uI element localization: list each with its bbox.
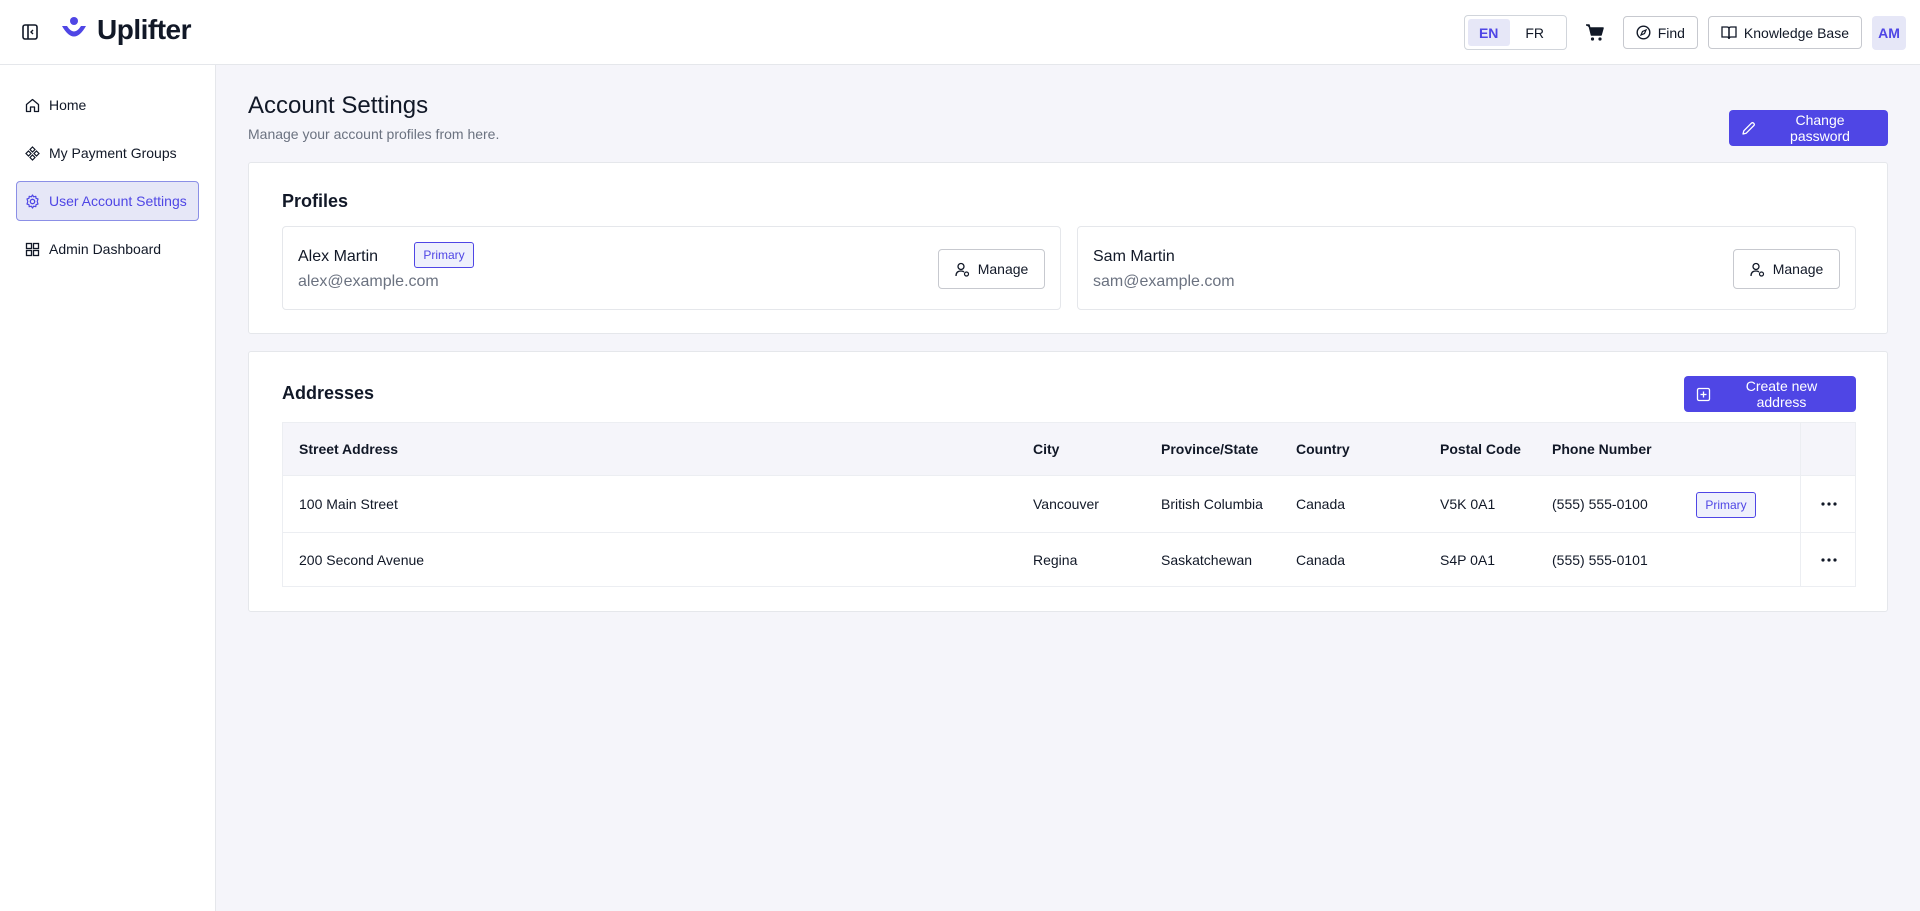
city-cell: Vancouver: [1033, 496, 1099, 512]
column-header-country: Country: [1296, 441, 1350, 457]
postal-cell: S4P 0A1: [1440, 551, 1496, 568]
brand-logo[interactable]: Uplifter: [59, 14, 192, 46]
column-header-actions: [1800, 423, 1857, 475]
create-address-label: Create new address: [1745, 378, 1818, 410]
sidebar-item-label: User Account Settings: [49, 193, 187, 209]
cart-button[interactable]: [1577, 15, 1613, 50]
page-subtitle: Manage your account profiles from here.: [248, 126, 500, 142]
phone-cell: (555) 555-0101: [1552, 551, 1648, 568]
addresses-card: Addresses Create new address Street Addr…: [248, 351, 1888, 612]
more-horizontal-icon: [1821, 557, 1837, 562]
sidebar-item-label: My Payment Groups: [49, 145, 177, 161]
payment-groups-icon: [25, 145, 40, 161]
find-label: Find: [1657, 24, 1685, 41]
language-switcher: EN FR: [1463, 15, 1567, 50]
primary-badge: Primary: [1696, 492, 1756, 518]
table-header-row: Street Address City Province/State Count…: [283, 423, 1855, 476]
sidebar: Home My Payment Groups User Account Sett…: [0, 65, 216, 911]
addresses-table: Street Address City Province/State Count…: [282, 422, 1856, 587]
sidebar-item-home[interactable]: Home: [16, 85, 199, 125]
phone-cell: (555) 555-0100: [1552, 496, 1648, 512]
street-cell: 100 Main Street: [299, 496, 398, 512]
column-header-province: Province/State: [1161, 441, 1259, 457]
profile-card: Sam Martin sam@example.com Manage: [1077, 226, 1856, 310]
lang-fr-button[interactable]: FR: [1514, 19, 1556, 46]
city-cell: Regina: [1033, 551, 1078, 568]
more-horizontal-icon: [1821, 502, 1837, 506]
profiles-title: Profiles: [282, 191, 349, 211]
top-header: Uplifter EN FR Find Knowledge Base AM: [0, 0, 1920, 65]
knowledge-base-button[interactable]: Knowledge Base: [1707, 16, 1862, 49]
manage-label: Manage: [1772, 261, 1824, 277]
province-cell: British Columbia: [1161, 496, 1263, 512]
compass-icon: [1636, 25, 1651, 40]
user-avatar[interactable]: AM: [1872, 15, 1906, 50]
page-title: Account Settings: [248, 92, 429, 119]
table-row: 100 Main Street Vancouver British Columb…: [283, 476, 1855, 533]
manage-label: Manage: [977, 261, 1029, 277]
change-password-label: Change password: [1790, 112, 1850, 144]
country-cell: Canada: [1296, 496, 1346, 512]
column-header-street: Street Address: [299, 441, 399, 457]
postal-cell: V5K 0A1: [1440, 496, 1496, 512]
uplifter-logo-icon: [59, 15, 89, 45]
find-button[interactable]: Find: [1622, 16, 1698, 49]
manage-profile-button[interactable]: Manage: [1733, 249, 1840, 289]
province-cell: Saskatchewan: [1161, 551, 1253, 568]
profile-name: Sam Martin: [1093, 248, 1175, 265]
sidebar-item-user-account-settings[interactable]: User Account Settings: [16, 181, 199, 221]
primary-badge: Primary: [414, 242, 474, 268]
create-address-button[interactable]: Create new address: [1684, 376, 1856, 412]
cart-icon: [1585, 23, 1605, 42]
column-header-postal: Postal Code: [1440, 441, 1521, 457]
profile-email: alex@example.com: [298, 273, 439, 290]
sidebar-toggle-icon[interactable]: [22, 23, 38, 41]
row-actions-button[interactable]: [1800, 476, 1857, 532]
pencil-icon: [1741, 121, 1756, 136]
street-cell: 200 Second Avenue: [299, 551, 425, 568]
change-password-button[interactable]: Change password: [1729, 110, 1888, 146]
manage-profile-button[interactable]: Manage: [938, 249, 1045, 289]
dashboard-grid-icon: [25, 242, 40, 257]
knowledge-base-label: Knowledge Base: [1743, 24, 1849, 41]
lang-en-button[interactable]: EN: [1467, 19, 1510, 46]
profile-email: sam@example.com: [1093, 273, 1235, 290]
profiles-card: Profiles Alex Martin Primary alex@exampl…: [248, 162, 1888, 334]
row-actions-button[interactable]: [1800, 533, 1857, 586]
home-icon: [25, 98, 40, 113]
country-cell: Canada: [1296, 551, 1346, 568]
sidebar-item-label: Admin Dashboard: [49, 241, 162, 257]
addresses-title: Addresses: [282, 383, 375, 403]
book-icon: [1721, 25, 1737, 40]
table-row: 200 Second Avenue Regina Saskatchewan Ca…: [283, 533, 1855, 586]
profile-card: Alex Martin Primary alex@example.com Man…: [282, 226, 1061, 310]
user-gear-icon: [955, 262, 970, 277]
user-gear-icon: [1750, 262, 1765, 277]
sidebar-item-admin-dashboard[interactable]: Admin Dashboard: [16, 229, 199, 269]
profile-name: Alex Martin: [298, 248, 379, 265]
sidebar-item-payment-groups[interactable]: My Payment Groups: [16, 133, 199, 173]
sidebar-item-label: Home: [49, 97, 87, 113]
plus-square-icon: [1696, 387, 1711, 402]
column-header-phone: Phone Number: [1552, 441, 1652, 457]
column-header-city: City: [1033, 441, 1060, 457]
brand-name: Uplifter: [97, 14, 192, 45]
header-actions: EN FR Find Knowledge Base AM: [1463, 15, 1906, 50]
gear-icon: [25, 193, 40, 209]
